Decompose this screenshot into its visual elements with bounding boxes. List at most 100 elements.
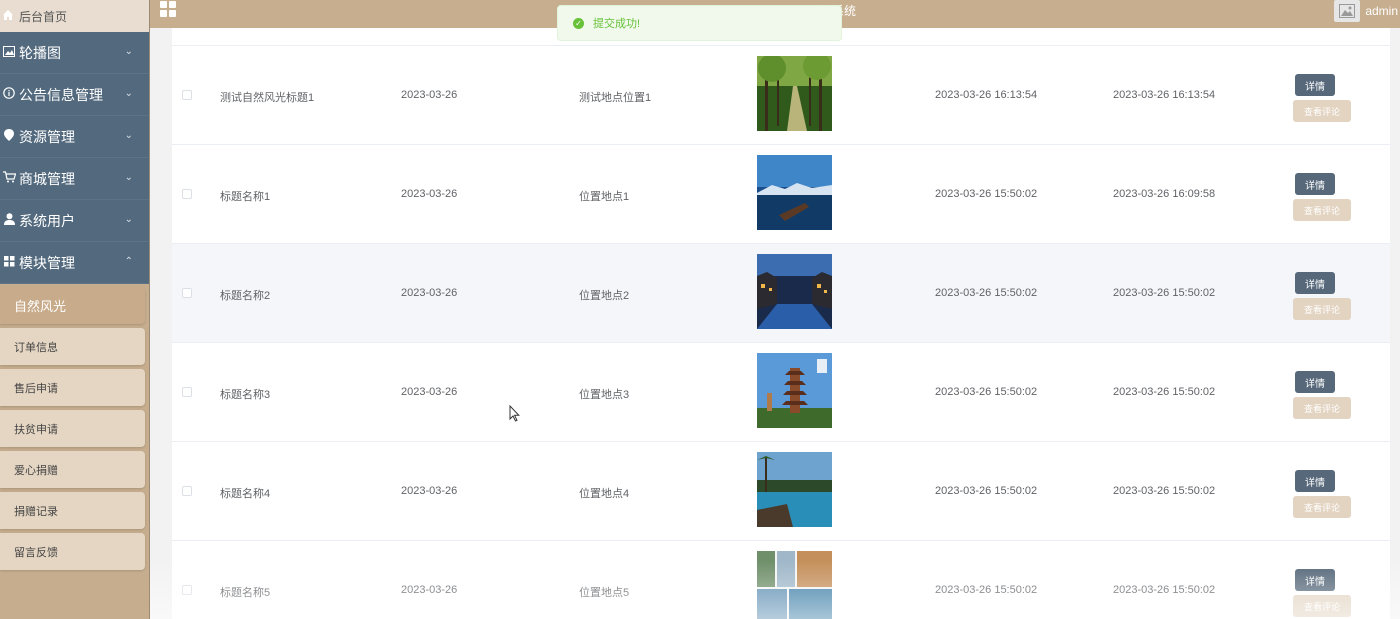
image-icon: [2, 45, 16, 60]
cell-date: 2023-03-26: [401, 188, 458, 200]
submenu-scenery[interactable]: 自然风光: [0, 287, 145, 324]
cell-title: 标题名称4: [220, 488, 271, 500]
row-checkbox[interactable]: [182, 288, 192, 298]
cell-location: 测试地点位置1: [579, 92, 652, 104]
view-comments-button[interactable]: 查看评论: [1293, 100, 1351, 122]
avatar-image-icon: [1339, 4, 1355, 18]
detail-button[interactable]: 详情: [1295, 272, 1335, 294]
row-checkbox[interactable]: [182, 585, 192, 595]
cell-date: 2023-03-26: [401, 89, 458, 101]
username[interactable]: admin: [1365, 4, 1398, 18]
cell-created-time: 2023-03-26 16:13:54: [935, 89, 1038, 101]
detail-button[interactable]: 详情: [1295, 569, 1335, 591]
menu-notice[interactable]: 公告信息管理 ⌄: [0, 74, 149, 116]
menu-label: 模块管理: [19, 254, 75, 271]
table-row: 标题名称1 2023-03-26 位置地点1 2023-03-26 15:50:…: [172, 145, 1390, 244]
thumbnail-collage[interactable]: [757, 551, 832, 619]
row-checkbox[interactable]: [182, 90, 192, 100]
view-comments-button[interactable]: 查看评论: [1293, 496, 1351, 518]
submenu-orders[interactable]: 订单信息: [0, 328, 145, 365]
chevron-up-icon: ⌃: [124, 256, 133, 267]
cell-updated-time: 2023-03-26 15:50:02: [1113, 386, 1216, 398]
row-checkbox[interactable]: [182, 486, 192, 496]
submenu-after-sales[interactable]: 售后申请: [0, 369, 145, 406]
submenu-poverty-aid[interactable]: 扶贫申请: [0, 410, 145, 447]
sidebar-home-label: 后台首页: [19, 9, 68, 24]
module-submenu: 自然风光 订单信息 售后申请 扶贫申请 爱心捐赠 捐赠记录 留言反馈: [0, 284, 149, 570]
table-row: 标题名称4 2023-03-26 位置地点4 2023-03-26 15:50:…: [172, 442, 1390, 541]
thumbnail-water-town[interactable]: [757, 254, 832, 329]
cell-updated-time: 2023-03-26 16:09:58: [1113, 188, 1216, 200]
menu-label: 公告信息管理: [19, 86, 103, 103]
table-row: 标题名称5 2023-03-26 位置地点5 2023-03-26 15:50:…: [172, 541, 1390, 619]
cell-location: 位置地点4: [579, 488, 630, 500]
view-comments-button[interactable]: 查看评论: [1293, 397, 1351, 419]
cell-location: 位置地点3: [579, 389, 630, 401]
menu-label: 资源管理: [19, 128, 75, 145]
cell-location: 位置地点2: [579, 290, 630, 302]
table-row: 标题名称2 2023-03-26 位置地点2 2023-03-26 15:50:…: [172, 244, 1390, 343]
cell-title: 标题名称1: [220, 191, 271, 203]
menu-carousel[interactable]: 轮播图 ⌄: [0, 32, 149, 74]
submenu-donation-records[interactable]: 捐赠记录: [0, 492, 145, 529]
thumbnail-forest-path[interactable]: [757, 56, 832, 131]
table-row: 标题名称3 2023-03-26 位置地点3 2023-03-26 15:50:…: [172, 343, 1390, 442]
sidebar-home-link[interactable]: 后台首页: [0, 0, 149, 32]
cell-created-time: 2023-03-26 15:50:02: [935, 188, 1038, 200]
chevron-down-icon: ⌄: [124, 172, 133, 183]
menu-modules[interactable]: 模块管理 ⌃: [0, 242, 149, 284]
data-table: 测试自然风光标题1 2023-03-26 测试地点位置1 2023-03-26 …: [172, 28, 1390, 619]
cell-updated-time: 2023-03-26 16:13:54: [1113, 89, 1216, 101]
sidebar: 后台首页 轮播图 ⌄ 公告信息管理 ⌄ 资源管理 ⌄ 商城管理 ⌄ 系统用户 ⌄…: [0, 0, 150, 619]
cell-updated-time: 2023-03-26 15:50:02: [1113, 584, 1216, 596]
toast-message: 提交成功!: [593, 18, 641, 30]
cell-created-time: 2023-03-26 15:50:02: [935, 485, 1038, 497]
cell-location: 位置地点5: [579, 587, 630, 599]
cell-created-time: 2023-03-26 15:50:02: [935, 287, 1038, 299]
cell-created-time: 2023-03-26 15:50:02: [935, 386, 1038, 398]
view-comments-button[interactable]: 查看评论: [1293, 199, 1351, 221]
menu-resource[interactable]: 资源管理 ⌄: [0, 116, 149, 158]
thumbnail-lake-boat[interactable]: [757, 155, 832, 230]
detail-button[interactable]: 详情: [1295, 371, 1335, 393]
cart-icon: [2, 171, 16, 186]
submenu-donation[interactable]: 爱心捐赠: [0, 451, 145, 488]
chevron-down-icon: ⌄: [124, 214, 133, 225]
thumbnail-pagoda[interactable]: [757, 353, 832, 428]
row-checkbox[interactable]: [182, 387, 192, 397]
cell-title: 测试自然风光标题1: [220, 92, 315, 104]
menu-label: 轮播图: [19, 44, 61, 61]
cell-updated-time: 2023-03-26 15:50:02: [1113, 287, 1216, 299]
menu-shop[interactable]: 商城管理 ⌄: [0, 158, 149, 200]
menu-users[interactable]: 系统用户 ⌄: [0, 200, 149, 242]
table-row: 测试自然风光标题1 2023-03-26 测试地点位置1 2023-03-26 …: [172, 46, 1390, 145]
sidebar-menu: 轮播图 ⌄ 公告信息管理 ⌄ 资源管理 ⌄ 商城管理 ⌄ 系统用户 ⌄ 模块管理…: [0, 32, 149, 284]
row-checkbox[interactable]: [182, 189, 192, 199]
view-comments-button[interactable]: 查看评论: [1293, 595, 1351, 617]
cell-date: 2023-03-26: [401, 485, 458, 497]
info-icon: [2, 87, 16, 102]
cell-date: 2023-03-26: [401, 287, 458, 299]
chevron-down-icon: ⌄: [124, 130, 133, 141]
submenu-feedback[interactable]: 留言反馈: [0, 533, 145, 570]
cell-title: 标题名称2: [220, 290, 271, 302]
menu-toggle-icon[interactable]: [160, 1, 176, 17]
chevron-down-icon: ⌄: [124, 46, 133, 57]
thumbnail-resort-pool[interactable]: [757, 452, 832, 527]
avatar[interactable]: [1334, 0, 1360, 22]
detail-button[interactable]: 详情: [1295, 173, 1335, 195]
cell-title: 标题名称3: [220, 389, 271, 401]
success-toast: ✓ 提交成功!: [557, 5, 842, 41]
home-icon: [2, 9, 14, 24]
cell-location: 位置地点1: [579, 191, 630, 203]
view-comments-button[interactable]: 查看评论: [1293, 298, 1351, 320]
detail-button[interactable]: 详情: [1295, 470, 1335, 492]
menu-label: 系统用户: [19, 212, 75, 229]
chevron-down-icon: ⌄: [124, 88, 133, 99]
grid-icon: [2, 255, 16, 270]
menu-label: 商城管理: [19, 170, 75, 187]
cell-created-time: 2023-03-26 15:50:02: [935, 584, 1038, 596]
mouse-cursor-icon: [509, 404, 520, 425]
detail-button[interactable]: 详情: [1295, 74, 1335, 96]
cell-title: 标题名称5: [220, 587, 271, 599]
